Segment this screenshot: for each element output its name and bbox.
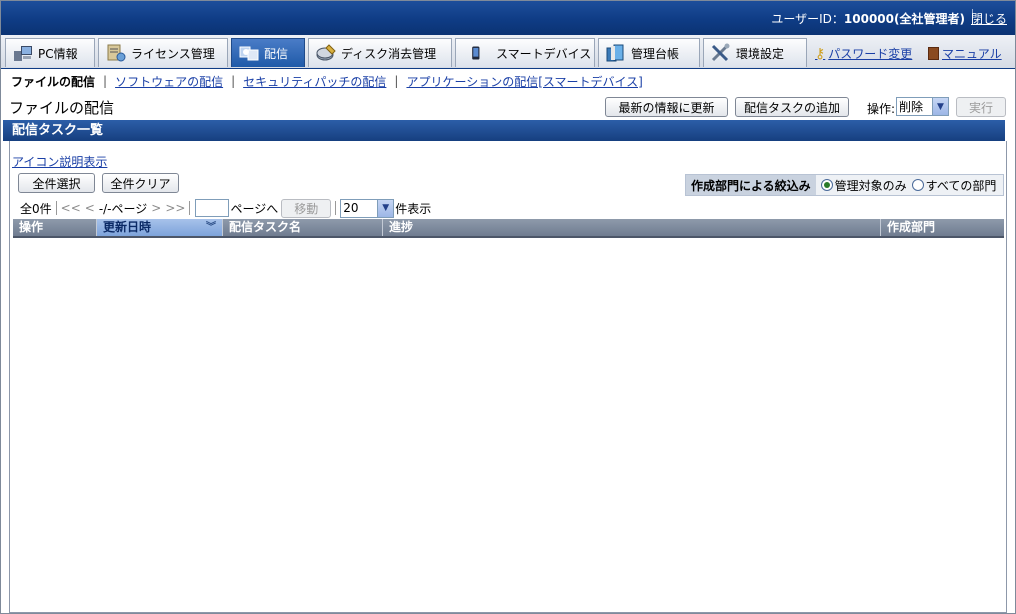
pager: 全0件 << < -/-ページ > >> ページへ 移動 20 ▼ 件表示: [20, 198, 432, 218]
license-icon: [107, 44, 126, 62]
operation-select-value: 削除: [899, 100, 924, 114]
pc-icon: [14, 46, 32, 61]
tab-settings[interactable]: 環境設定: [703, 38, 807, 67]
radio-selected-icon: [820, 179, 833, 191]
subnav-divider: |: [231, 74, 236, 88]
column-label: 更新日時: [103, 220, 152, 234]
subnav-security-patch-link[interactable]: セキュリティパッチの配信: [243, 73, 386, 90]
column-department[interactable]: 作成部門: [881, 219, 1004, 236]
operation-select[interactable]: 削除 ▼: [896, 97, 949, 116]
tab-label: スマートデバイス: [496, 46, 592, 61]
book-icon: [928, 47, 939, 60]
per-page-suffix: 件表示: [395, 201, 432, 216]
tab-pc-info[interactable]: PC情報: [5, 38, 95, 67]
user-id-value: 100000: [843, 12, 895, 26]
filter-option-managed[interactable]: 管理対象のみ: [820, 177, 907, 194]
per-page-value: 20: [343, 201, 359, 215]
user-role: (全社管理者): [894, 12, 965, 26]
tab-label: ライセンス管理: [131, 46, 215, 61]
disk-erase-icon: [316, 44, 336, 61]
ledger-icon: [606, 44, 624, 62]
subnav-current: ファイルの配信: [11, 74, 96, 89]
tab-label: ディスク消去管理: [341, 46, 437, 61]
close-link[interactable]: 閉じる: [971, 10, 1007, 27]
execute-button[interactable]: 実行: [956, 97, 1006, 117]
icon-help-link[interactable]: アイコン説明表示: [12, 153, 107, 170]
column-task-name[interactable]: 配信タスク名: [223, 219, 383, 236]
last-page-icon[interactable]: >>: [165, 201, 185, 215]
column-updated[interactable]: 更新日時 ︾: [97, 219, 223, 236]
operation-label: 操作:: [867, 102, 896, 116]
tab-smart-device[interactable]: スマートデバイス: [455, 38, 595, 67]
filter-label: 作成部門による絞込み: [686, 175, 816, 195]
tab-license[interactable]: ライセンス管理: [98, 38, 228, 67]
page-info: -/-ページ: [98, 201, 148, 216]
section-title: 配信タスク一覧: [3, 120, 1005, 141]
password-change-link[interactable]: ⚷ パスワード変更: [815, 45, 912, 62]
department-filter: 作成部門による絞込み 管理対象のみ すべての部門: [685, 174, 1004, 196]
main-nav: PC情報 ライセンス管理 配信 ディスク消去管理 スマートデバイス 管理台帳 環…: [1, 35, 1015, 69]
subnav-app-smart-device-link[interactable]: アプリケーションの配信[スマートデバイス]: [406, 73, 642, 90]
chevron-down-icon: ▼: [377, 199, 394, 217]
clear-all-button[interactable]: 全件クリア: [102, 173, 179, 193]
add-task-button[interactable]: 配信タスクの追加: [735, 97, 849, 117]
distribution-icon: [239, 46, 259, 61]
pager-divider: [335, 201, 337, 215]
tab-distribution[interactable]: 配信: [231, 38, 305, 67]
tab-label: 環境設定: [736, 46, 785, 61]
next-page-icon[interactable]: >: [151, 201, 161, 215]
total-count: 全0件: [20, 201, 52, 216]
top-banner: ユーザーID：100000(全社管理者) 閉じる: [1, 1, 1015, 35]
pager-divider: [189, 201, 191, 215]
settings-tools-icon: [711, 43, 730, 62]
chevron-down-icon: ▼: [932, 98, 948, 115]
tab-disk-erase[interactable]: ディスク消去管理: [308, 38, 452, 67]
per-page-select[interactable]: 20 ▼: [340, 198, 395, 218]
pager-divider: [55, 201, 57, 215]
refresh-button[interactable]: 最新の情報に更新: [605, 97, 728, 117]
move-button[interactable]: 移動: [281, 198, 332, 218]
manual-link[interactable]: マニュアル: [928, 45, 1002, 62]
smart-device-icon: [472, 46, 480, 60]
key-icon: ⚷: [815, 45, 826, 62]
column-operation[interactable]: 操作: [13, 219, 97, 236]
radio-label: 管理対象のみ: [834, 178, 907, 193]
page-number-input[interactable]: [195, 199, 230, 217]
subnav-software-link[interactable]: ソフトウェアの配信: [115, 73, 223, 90]
user-info: ユーザーID：100000(全社管理者): [771, 10, 965, 27]
radio-label: すべての部門: [925, 178, 997, 193]
manual-label: マニュアル: [942, 47, 1002, 61]
goto-page-label: ページへ: [230, 201, 279, 216]
sub-nav: ファイルの配信 | ソフトウェアの配信 | セキュリティパッチの配信 | アプリ…: [11, 73, 643, 89]
tab-ledger[interactable]: 管理台帳: [598, 38, 700, 67]
subnav-divider: |: [394, 74, 399, 88]
column-progress[interactable]: 進捗: [383, 219, 881, 236]
radio-unselected-icon: [911, 179, 924, 191]
prev-page-icon[interactable]: <: [85, 201, 95, 215]
filter-option-all[interactable]: すべての部門: [911, 177, 997, 194]
select-all-button[interactable]: 全件選択: [18, 173, 95, 193]
tab-label: PC情報: [38, 46, 78, 61]
user-id-label: ユーザーID：: [771, 12, 844, 26]
tab-label: 管理台帳: [631, 46, 680, 61]
subnav-divider: |: [103, 74, 108, 88]
tab-label: 配信: [264, 46, 289, 61]
task-table-header: 操作 更新日時 ︾ 配信タスク名 進捗 作成部門: [13, 219, 1004, 238]
sort-descending-icon: ︾: [206, 222, 216, 233]
first-page-icon[interactable]: <<: [61, 201, 81, 215]
page-title: ファイルの配信: [9, 99, 115, 117]
password-change-label: パスワード変更: [828, 47, 913, 61]
